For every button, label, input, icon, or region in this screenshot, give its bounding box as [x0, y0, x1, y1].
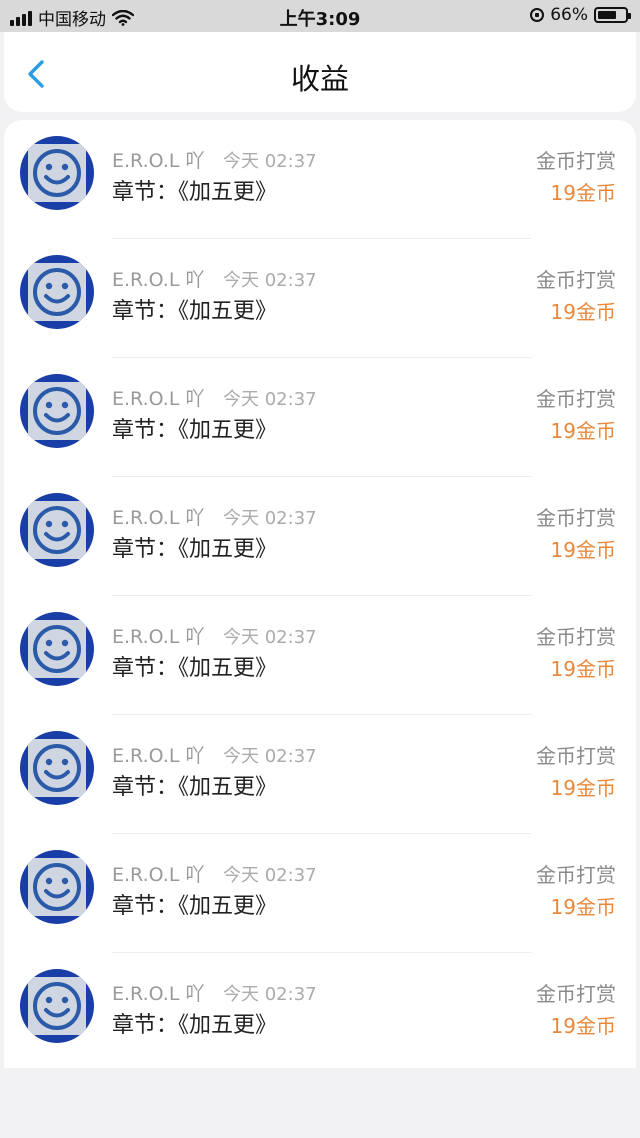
user-name: E.R.O.L 吖 — [112, 745, 205, 767]
record-time: 今天 02:37 — [223, 151, 317, 172]
reward-amount: 19金币 — [550, 895, 616, 919]
list-item[interactable]: E.R.O.L 吖 今天 02:37 章节：《加五更》 金币打赏 19金币 — [4, 834, 636, 953]
chapter-label: 章节：《加五更》 — [112, 1013, 278, 1038]
smiley-icon — [33, 625, 81, 673]
reward-type: 金币打赏 — [536, 268, 616, 292]
avatar[interactable] — [20, 255, 94, 329]
chapter-label: 章节：《加五更》 — [112, 894, 278, 919]
chapter-label: 章节：《加五更》 — [112, 180, 278, 205]
record-time: 今天 02:37 — [223, 508, 317, 529]
record-time: 今天 02:37 — [223, 865, 317, 886]
reward-type: 金币打赏 — [536, 506, 616, 530]
reward-amount: 19金币 — [550, 1014, 616, 1038]
chapter-label: 章节：《加五更》 — [112, 775, 278, 800]
reward-type: 金币打赏 — [536, 863, 616, 887]
reward-amount: 19金币 — [550, 181, 616, 205]
smiley-icon — [33, 863, 81, 911]
record-time: 今天 02:37 — [223, 984, 317, 1005]
list-item[interactable]: E.R.O.L 吖 今天 02:37 章节：《加五更》 金币打赏 19金币 — [4, 120, 636, 239]
list-item[interactable]: E.R.O.L 吖 今天 02:37 章节：《加五更》 金币打赏 19金币 — [4, 477, 636, 596]
reward-type: 金币打赏 — [536, 982, 616, 1006]
rotation-lock-icon — [530, 8, 545, 22]
chapter-label: 章节：《加五更》 — [112, 656, 278, 681]
earnings-list: E.R.O.L 吖 今天 02:37 章节：《加五更》 金币打赏 19金币 E.… — [4, 120, 636, 1068]
status-right: 66% — [530, 5, 631, 25]
reward-amount: 19金币 — [550, 419, 616, 443]
chapter-label: 章节：《加五更》 — [112, 537, 278, 562]
user-name: E.R.O.L 吖 — [112, 626, 205, 648]
user-name: E.R.O.L 吖 — [112, 983, 205, 1005]
reward-type: 金币打赏 — [536, 149, 616, 173]
reward-type: 金币打赏 — [536, 744, 616, 768]
avatar[interactable] — [20, 612, 94, 686]
smiley-icon — [33, 149, 81, 197]
reward-amount: 19金币 — [550, 657, 616, 681]
list-item[interactable]: E.R.O.L 吖 今天 02:37 章节：《加五更》 金币打赏 19金币 — [4, 358, 636, 477]
record-time: 今天 02:37 — [223, 270, 317, 291]
avatar[interactable] — [20, 493, 94, 567]
list-item[interactable]: E.R.O.L 吖 今天 02:37 章节：《加五更》 金币打赏 19金币 — [4, 715, 636, 834]
list-item[interactable]: E.R.O.L 吖 今天 02:37 章节：《加五更》 金币打赏 19金币 — [4, 953, 636, 1072]
avatar[interactable] — [20, 374, 94, 448]
reward-type: 金币打赏 — [536, 625, 616, 649]
user-name: E.R.O.L 吖 — [112, 150, 205, 172]
record-time: 今天 02:37 — [223, 746, 317, 767]
chapter-label: 章节：《加五更》 — [112, 418, 278, 443]
record-time: 今天 02:37 — [223, 389, 317, 410]
reward-amount: 19金币 — [550, 300, 616, 324]
avatar[interactable] — [20, 731, 94, 805]
smiley-icon — [33, 982, 81, 1030]
reward-amount: 19金币 — [550, 538, 616, 562]
avatar[interactable] — [20, 969, 94, 1043]
smiley-icon — [33, 387, 81, 435]
battery-percent: 66% — [550, 5, 588, 25]
smiley-icon — [33, 268, 81, 316]
user-name: E.R.O.L 吖 — [112, 388, 205, 410]
nav-header: 收益 — [4, 32, 636, 112]
avatar[interactable] — [20, 136, 94, 210]
page-title: 收益 — [290, 62, 349, 96]
user-name: E.R.O.L 吖 — [112, 507, 205, 529]
user-name: E.R.O.L 吖 — [112, 864, 205, 886]
user-name: E.R.O.L 吖 — [112, 269, 205, 291]
record-time: 今天 02:37 — [223, 627, 317, 648]
status-bar: 中国移动 上午3:09 66% — [0, 0, 640, 32]
battery-icon — [594, 7, 631, 23]
smiley-icon — [33, 506, 81, 554]
reward-amount: 19金币 — [550, 776, 616, 800]
reward-type: 金币打赏 — [536, 387, 616, 411]
list-item[interactable]: E.R.O.L 吖 今天 02:37 章节：《加五更》 金币打赏 19金币 — [4, 239, 636, 358]
smiley-icon — [33, 744, 81, 792]
chapter-label: 章节：《加五更》 — [112, 299, 278, 324]
avatar[interactable] — [20, 850, 94, 924]
list-item[interactable]: E.R.O.L 吖 今天 02:37 章节：《加五更》 金币打赏 19金币 — [4, 596, 636, 715]
